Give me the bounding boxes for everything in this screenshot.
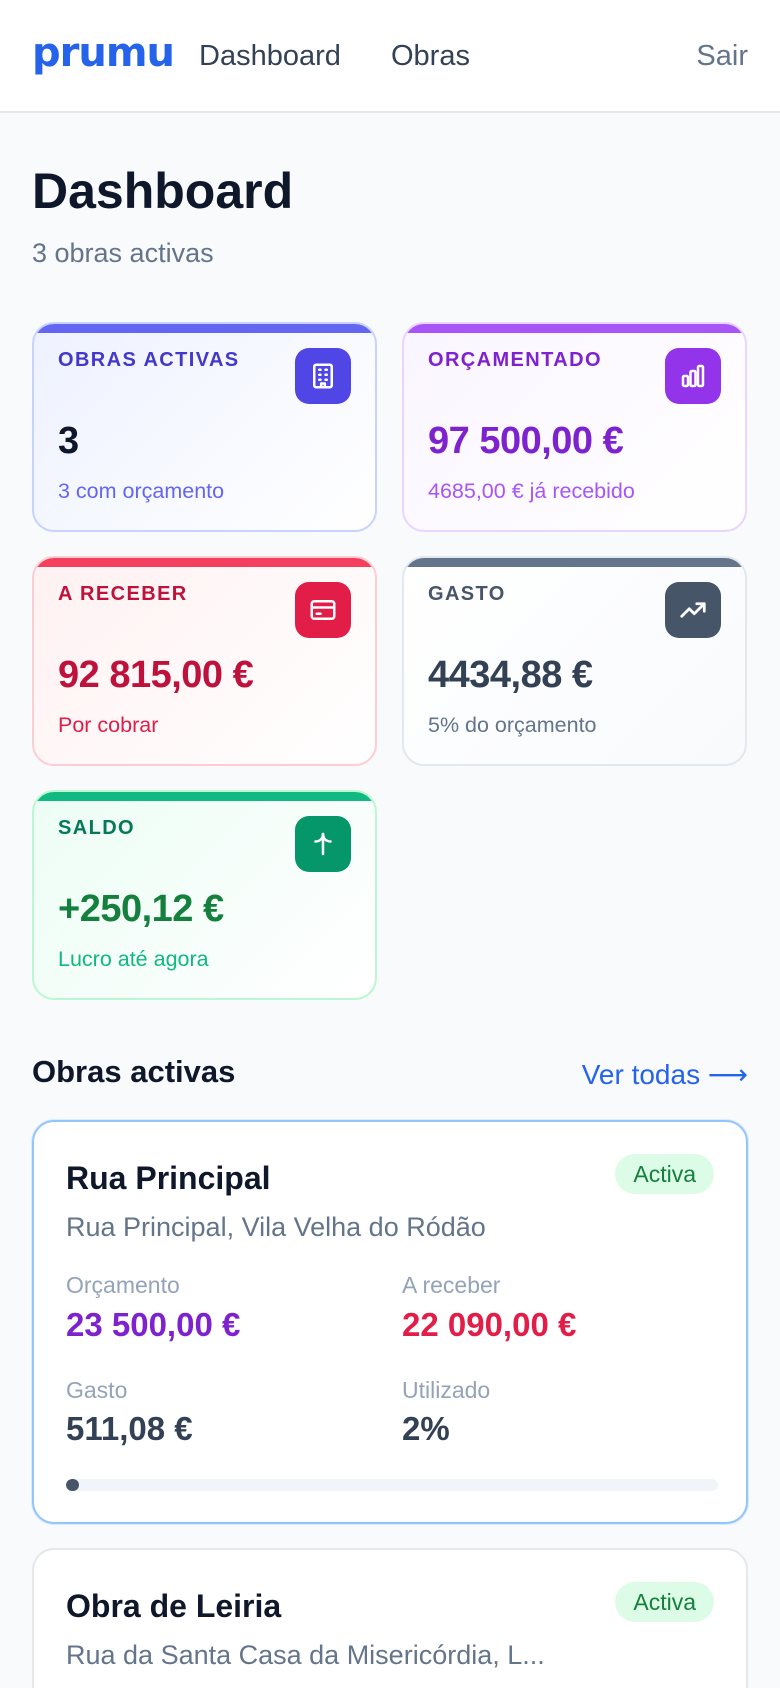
page-title: Dashboard [32, 163, 294, 219]
building-icon [295, 348, 351, 404]
card-accent-bar [34, 558, 375, 567]
budget-label: Orçamento [66, 1272, 180, 1298]
progress-fill [66, 1479, 80, 1491]
stat-subtext: 3 com orçamento [58, 479, 225, 503]
stat-label: A RECEBER [58, 583, 188, 605]
stat-subtext: 5% do orçamento [428, 713, 597, 737]
stat-card-a-receber: A RECEBER 92 815,00 € Por cobrar [32, 556, 377, 766]
card-accent-bar [404, 324, 745, 333]
stat-label: OBRAS ACTIVAS [58, 349, 240, 371]
budget-value: 23 500,00 € [66, 1306, 241, 1343]
project-address: Rua da Santa Casa da Misericórdia, L... [66, 1640, 545, 1670]
status-badge: Activa [615, 1154, 714, 1194]
nav-dashboard[interactable]: Dashboard [199, 40, 341, 73]
section-title: Obras activas [32, 1054, 236, 1089]
stat-value: 3 [58, 420, 79, 462]
card-accent-bar [404, 558, 745, 567]
card-accent-bar [34, 792, 375, 801]
project-card[interactable]: Rua Principal Activa Rua Principal, Vila… [32, 1120, 748, 1524]
logout-link[interactable]: Sair [696, 40, 748, 73]
stat-subtext: 4685,00 € já recebido [428, 479, 635, 503]
spent-value: 511,08 € [66, 1410, 193, 1447]
stat-subtext: Lucro até agora [58, 947, 209, 971]
used-label: Utilizado [402, 1377, 491, 1403]
stat-value: +250,12 € [58, 888, 224, 930]
page-subtitle: 3 obras activas [32, 238, 214, 268]
top-header: prumu Dashboard Obras Sair [0, 0, 780, 113]
stat-value: 4434,88 € [428, 654, 593, 696]
card-accent-bar [34, 324, 375, 333]
stat-card-obras-activas: OBRAS ACTIVAS 3 3 com orçamento [32, 322, 377, 532]
project-address: Rua Principal, Vila Velha do Ródão [66, 1212, 486, 1242]
stat-card-gasto: GASTO 4434,88 € 5% do orçamento [402, 556, 747, 766]
stat-card-saldo: SALDO +250,12 € Lucro até agora [32, 790, 377, 1000]
nav-obras[interactable]: Obras [391, 40, 470, 73]
stat-value: 97 500,00 € [428, 420, 624, 462]
project-name: Obra de Leiria [66, 1588, 282, 1624]
project-card[interactable]: Obra de Leiria Activa Rua da Santa Casa … [32, 1548, 748, 1688]
credit-card-icon [295, 582, 351, 638]
bar-chart-icon [665, 348, 721, 404]
view-all-link[interactable]: Ver todas ⟶ [582, 1058, 748, 1091]
stat-label: GASTO [428, 583, 506, 605]
project-name: Rua Principal [66, 1160, 271, 1196]
stat-label: ORÇAMENTADO [428, 349, 602, 371]
logo[interactable]: prumu [32, 30, 175, 76]
status-badge: Activa [615, 1582, 714, 1622]
plus-sparkle-icon [295, 816, 351, 872]
stat-label: SALDO [58, 817, 135, 839]
used-value: 2% [402, 1410, 450, 1447]
stat-card-orcamentado: ORÇAMENTADO 97 500,00 € 4685,00 € já rec… [402, 322, 747, 532]
budget-progress-bar [66, 1479, 718, 1491]
spent-label: Gasto [66, 1377, 128, 1403]
receivable-label: A receber [402, 1272, 501, 1298]
receivable-value: 22 090,00 € [402, 1306, 577, 1343]
stat-value: 92 815,00 € [58, 654, 254, 696]
trending-up-icon [665, 582, 721, 638]
stat-subtext: Por cobrar [58, 713, 159, 737]
